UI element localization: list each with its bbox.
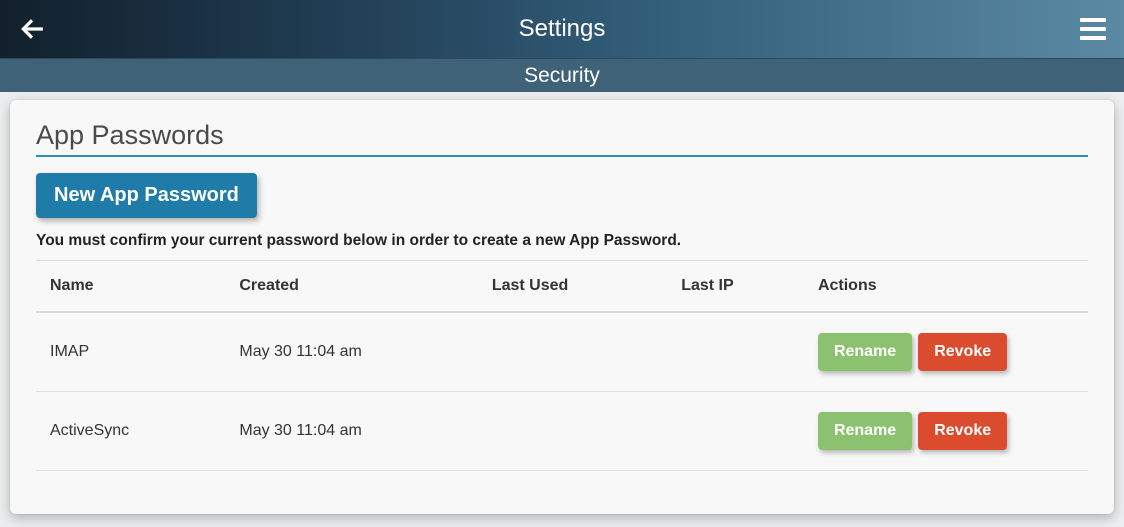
revoke-button[interactable]: Revoke bbox=[918, 333, 1007, 371]
new-app-password-button[interactable]: New App Password bbox=[36, 173, 257, 218]
rename-button[interactable]: Rename bbox=[818, 333, 912, 371]
subheader-title: Security bbox=[524, 64, 600, 88]
instruction-text: You must confirm your current password b… bbox=[36, 232, 1088, 250]
cell-last-used bbox=[478, 392, 667, 471]
page-title: Settings bbox=[519, 15, 606, 43]
table-row: ActiveSyncMay 30 11:04 am RenameRevoke bbox=[36, 392, 1088, 471]
table-row: IMAPMay 30 11:04 am RenameRevoke bbox=[36, 312, 1088, 392]
cell-name: ActiveSync bbox=[36, 392, 225, 471]
cell-last-ip bbox=[667, 392, 804, 471]
cell-last-ip bbox=[667, 312, 804, 392]
col-header-actions: Actions bbox=[804, 261, 1088, 313]
cell-name: IMAP bbox=[36, 312, 225, 392]
title-divider bbox=[36, 155, 1088, 157]
revoke-button[interactable]: Revoke bbox=[918, 412, 1007, 450]
subheader-bar: Security bbox=[0, 58, 1124, 92]
header-bar: Settings bbox=[0, 0, 1124, 58]
cell-last-used bbox=[478, 312, 667, 392]
col-header-created: Created bbox=[225, 261, 477, 313]
cell-actions: RenameRevoke bbox=[804, 392, 1088, 471]
hamburger-menu-icon[interactable] bbox=[1080, 18, 1106, 40]
col-header-last-ip: Last IP bbox=[667, 261, 804, 313]
app-passwords-table: Name Created Last Used Last IP Actions I… bbox=[36, 260, 1088, 471]
cell-created: May 30 11:04 am bbox=[225, 392, 477, 471]
app-passwords-card: App Passwords New App Password You must … bbox=[10, 100, 1114, 514]
card-title: App Passwords bbox=[36, 120, 1088, 151]
back-arrow-icon[interactable] bbox=[18, 15, 46, 43]
col-header-last-used: Last Used bbox=[478, 261, 667, 313]
col-header-name: Name bbox=[36, 261, 225, 313]
cell-actions: RenameRevoke bbox=[804, 312, 1088, 392]
rename-button[interactable]: Rename bbox=[818, 412, 912, 450]
cell-created: May 30 11:04 am bbox=[225, 312, 477, 392]
